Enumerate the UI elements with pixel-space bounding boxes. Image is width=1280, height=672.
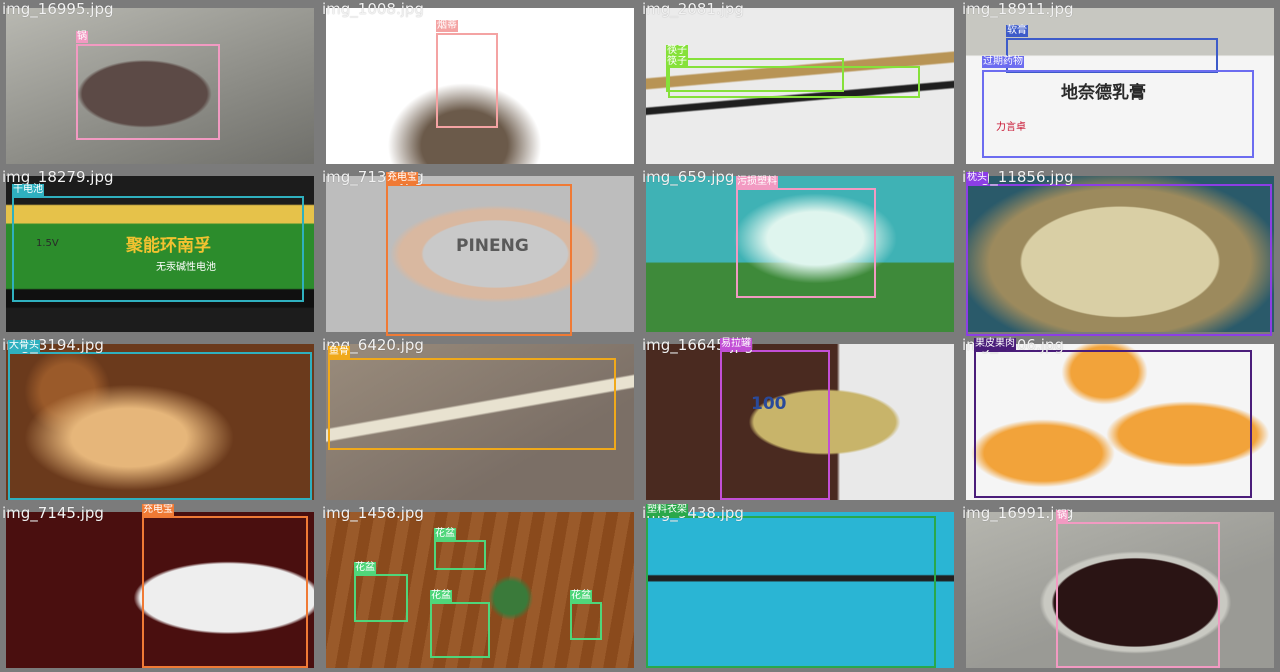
grid-cell: 筷子 筷子 img_2081.jpg [640, 0, 960, 168]
detection-label: 污损塑料 [736, 176, 778, 188]
detection-box [436, 33, 498, 128]
grid-cell: 锅 img_16995.jpg [0, 0, 320, 168]
detection-label: 花盆 [570, 590, 592, 602]
detection-box [386, 184, 572, 336]
detection-box [354, 574, 408, 622]
grid-cell: 100 易拉罐 img_16645.jpg [640, 336, 960, 504]
detection-label: 烟蒂 [436, 20, 458, 32]
detection-box [142, 516, 308, 668]
detection-label: 鱼骨 [328, 346, 350, 358]
detection-label: 充电宝 [386, 172, 418, 184]
grid-cell: 大骨头 img_3194.jpg [0, 336, 320, 504]
detection-box [646, 516, 936, 668]
detection-label: 大骨头 [8, 340, 40, 352]
detection-box [1056, 522, 1220, 668]
detection-box [434, 540, 486, 570]
grid-cell: 地奈德乳膏 力言卓 软膏 过期药物 img_18911.jpg [960, 0, 1280, 168]
detection-box [570, 602, 602, 640]
detection-label: 枕头 [966, 172, 988, 184]
grid-cell: 聚能环南孚 1.5V 无汞碱性电池 干电池 img_18279.jpg [0, 168, 320, 336]
image-filename: img_7145.jpg [2, 504, 104, 522]
grid-cell: 鱼骨 img_6420.jpg [320, 336, 640, 504]
detection-box [974, 350, 1252, 498]
detection-box [668, 66, 920, 98]
detection-label: 干电池 [12, 184, 44, 196]
grid-cell: 充电宝 img_7145.jpg [0, 504, 320, 672]
detection-label: 锅 [76, 31, 88, 43]
detection-label: 过期药物 [982, 56, 1024, 68]
detection-box [1006, 38, 1218, 73]
grid-cell: 塑料衣架 img_9438.jpg [640, 504, 960, 672]
image-filename: img_16995.jpg [2, 0, 114, 18]
detection-label: 果皮果肉 [974, 338, 1016, 350]
grid-cell: PINENG 充电宝 img_7136.jpg [320, 168, 640, 336]
grid-cell: 花盆 花盆 花盆 花盆 img_1458.jpg [320, 504, 640, 672]
detection-label: 塑料衣架 [646, 504, 688, 516]
grid-cell: 污损塑料 img_659.jpg [640, 168, 960, 336]
grid-cell: 果皮果肉img_1306.jpg [960, 336, 1280, 504]
grid-cell: 烟蒂 img_1008.jpg [320, 0, 640, 168]
grid-cell: 锅 img_16991.jpg [960, 504, 1280, 672]
detection-label: 花盆 [354, 562, 376, 574]
detection-label: 易拉罐 [720, 338, 752, 350]
detection-label: 锅 [1056, 510, 1068, 522]
detection-box [8, 352, 312, 500]
image-filename: img_18911.jpg [962, 0, 1074, 18]
detection-box [76, 44, 220, 140]
image-filename: img_2081.jpg [642, 0, 744, 18]
detection-box [966, 184, 1272, 336]
detection-box [430, 602, 490, 658]
detection-label: 花盆 [430, 590, 452, 602]
detection-grid: 锅 img_16995.jpg 烟蒂 img_1008.jpg 筷子 筷子 img_2081… [0, 0, 1280, 672]
detection-label: 筷子 [666, 56, 688, 68]
detection-box [12, 196, 304, 302]
grid-cell: 枕头 img_11856.jpg [960, 168, 1280, 336]
detection-box [328, 358, 616, 450]
detection-label: 充电宝 [142, 504, 174, 516]
detection-box [736, 188, 876, 298]
image-filename: img_659.jpg [642, 168, 735, 186]
image-filename: img_1458.jpg [322, 504, 424, 522]
detection-label: 花盆 [434, 528, 456, 540]
detection-label: 软膏 [1006, 25, 1028, 37]
detection-box [720, 350, 830, 500]
detection-box [982, 70, 1254, 158]
image-filename: img_1008.jpg [322, 0, 424, 18]
